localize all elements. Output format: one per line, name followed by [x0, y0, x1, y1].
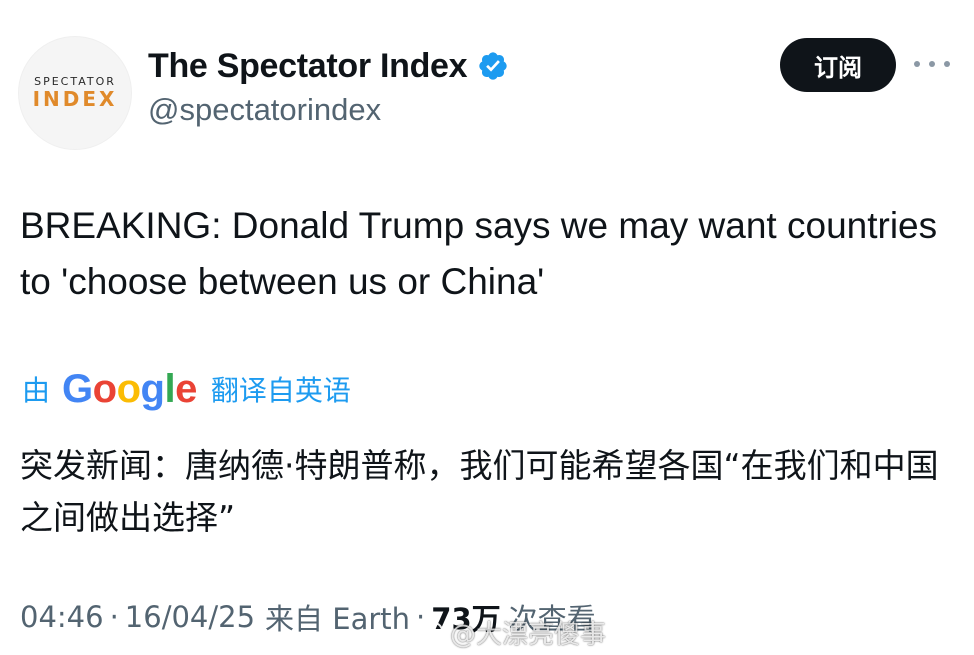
- tweet-header: SPECTATOR INDEX The Spectator Index @spe…: [0, 0, 974, 150]
- meta-separator: ·: [109, 600, 119, 634]
- tweet-time[interactable]: 04:46: [20, 600, 104, 634]
- account-handle[interactable]: @spectatorindex: [148, 92, 381, 128]
- translated-text: 突发新闻：唐纳德·特朗普称，我们可能希望各国“在我们和中国之间做出选择”: [20, 446, 939, 537]
- display-name[interactable]: The Spectator Index: [148, 47, 468, 86]
- translation-attribution[interactable]: 由 Google 翻译自英语: [22, 362, 351, 416]
- translate-by-label: 由: [22, 374, 51, 407]
- avatar[interactable]: SPECTATOR INDEX: [18, 36, 132, 150]
- more-dot: [929, 61, 935, 67]
- tweet-date[interactable]: 16/04/25: [125, 600, 255, 634]
- verified-badge-icon: [479, 52, 507, 80]
- subscribe-button[interactable]: 订阅: [780, 38, 896, 92]
- more-horizontal-icon[interactable]: [914, 52, 950, 76]
- weibo-icon: [415, 622, 443, 644]
- avatar-logo-bottom: INDEX: [32, 87, 118, 111]
- more-dot: [944, 61, 950, 67]
- tweet-source: 来自 Earth: [265, 602, 411, 636]
- more-dot: [914, 61, 920, 67]
- name-row: The Spectator Index: [148, 44, 509, 88]
- watermark-text: @大漂亮傻事: [450, 619, 607, 650]
- tweet-text: BREAKING: Donald Trump says we may want …: [20, 205, 938, 302]
- translate-from-label[interactable]: 翻译自英语: [211, 369, 351, 409]
- google-logo: Google: [62, 366, 197, 411]
- weibo-watermark: @大漂亮傻事: [414, 612, 606, 652]
